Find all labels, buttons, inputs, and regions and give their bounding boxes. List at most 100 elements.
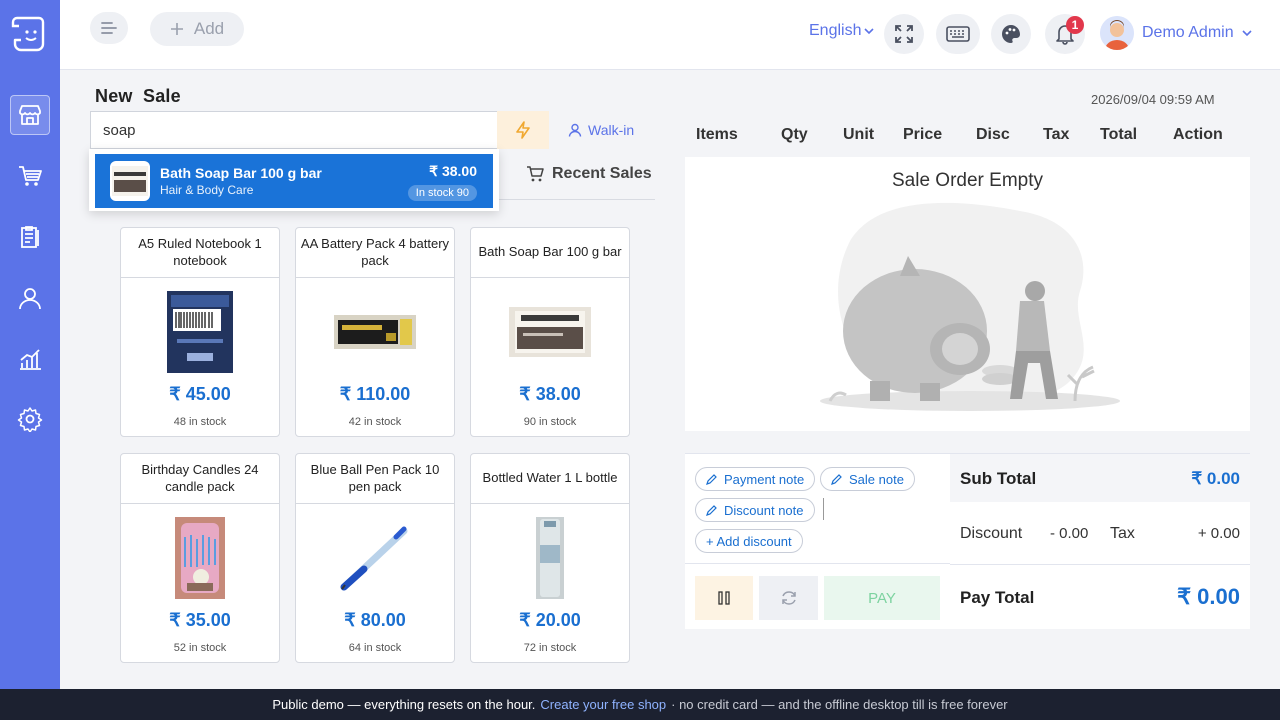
product-name: Bottled Water 1 L bottle [471, 454, 629, 504]
sidebar-item-settings[interactable] [10, 399, 50, 439]
product-price: ₹ 110.00 [339, 384, 411, 404]
product-card[interactable]: Bath Soap Bar 100 g bar ₹ 38.00 90 in st… [470, 227, 630, 437]
notification-badge: 1 [1066, 16, 1084, 34]
notifications-button[interactable]: 1 [1045, 14, 1085, 54]
column-header-tax: Tax [1043, 126, 1070, 143]
user-icon [19, 288, 41, 310]
product-card[interactable]: AA Battery Pack 4 battery pack ₹ 110.00 … [295, 227, 455, 437]
product-image [471, 504, 629, 612]
palette-icon [1002, 25, 1020, 43]
tax-label: Tax [1110, 525, 1135, 542]
cart-icon [19, 166, 42, 186]
pencil-icon [831, 474, 842, 485]
fullscreen-button[interactable] [884, 14, 924, 54]
clipboard-icon [21, 226, 39, 248]
create-shop-link[interactable]: Create your free shop [540, 697, 666, 712]
user-menu[interactable]: Demo Admin [1100, 16, 1252, 50]
sidebar-item-reports[interactable] [10, 339, 50, 379]
search-result-name: Bath Soap Bar 100 g bar [160, 165, 322, 181]
pencil-icon [706, 505, 717, 516]
bolt-icon [516, 121, 530, 139]
pay-total-label: Pay Total [960, 588, 1035, 607]
column-header-unit: Unit [843, 126, 875, 143]
payment-note-button[interactable]: Payment note [695, 467, 816, 491]
product-image [296, 278, 454, 386]
cart-icon [527, 166, 544, 182]
menu-toggle-button[interactable] [90, 12, 128, 44]
product-stock: 52 in stock [173, 642, 227, 654]
search-result-item[interactable]: Bath Soap Bar 100 g bar Hair & Body Care… [95, 154, 493, 208]
quick-scan-button[interactable] [497, 111, 549, 149]
product-image [121, 278, 279, 386]
sidebar [0, 0, 60, 689]
tab-recent-sales-label: Recent Sales [552, 165, 652, 182]
column-header-disc: Disc [976, 126, 1010, 143]
search-results-dropdown: Bath Soap Bar 100 g bar Hair & Body Care… [89, 149, 499, 211]
discount-value: - 0.00 [1050, 525, 1089, 542]
sidebar-item-pos[interactable] [10, 95, 50, 135]
chevron-down-icon [864, 28, 875, 35]
product-name: AA Battery Pack 4 battery pack [296, 228, 454, 278]
plus-icon [170, 23, 183, 35]
app-logo-icon[interactable] [11, 12, 49, 52]
product-price: ₹ 45.00 [169, 384, 231, 404]
column-header-action: Action [1173, 126, 1223, 143]
product-card[interactable]: Birthday Candles 24 candle pack ₹ 35.00 … [120, 453, 280, 663]
customer-selector[interactable]: Walk-in [568, 122, 634, 138]
product-price: ₹ 35.00 [169, 610, 231, 630]
product-stock: 90 in stock [523, 416, 577, 428]
product-card[interactable]: Bottled Water 1 L bottle ₹ 20.00 72 in s… [470, 453, 630, 663]
keyboard-shortcuts-button[interactable] [936, 14, 980, 54]
sub-total-row: Sub Total ₹ 0.00 [950, 454, 1250, 502]
hold-sale-button[interactable] [695, 576, 753, 620]
payment-note-label: Payment note [724, 471, 805, 487]
column-header-qty: Qty [781, 126, 808, 143]
language-label: English [809, 22, 862, 39]
totals-divider [950, 564, 1250, 565]
product-name: A5 Ruled Notebook 1 notebook [121, 228, 279, 278]
sale-note-label: Sale note [849, 471, 904, 487]
keyboard-icon [946, 26, 970, 42]
pencil-icon [706, 474, 717, 485]
sidebar-item-purchases[interactable] [10, 156, 50, 196]
pay-button[interactable]: PAY [824, 576, 940, 620]
product-card[interactable]: A5 Ruled Notebook 1 notebook ₹ 45.00 48 … [120, 227, 280, 437]
top-header: Add English 1 Demo Admin [60, 0, 1280, 70]
add-button[interactable]: Add [150, 12, 244, 46]
sale-note-button[interactable]: Sale note [820, 467, 915, 491]
product-stock: 48 in stock [173, 416, 227, 428]
product-search-input[interactable] [90, 111, 498, 149]
customer-label: Walk-in [588, 122, 635, 138]
product-price: ₹ 20.00 [519, 610, 581, 630]
product-name: Blue Ball Pen Pack 10 pen pack [296, 454, 454, 504]
sidebar-item-customers[interactable] [10, 278, 50, 318]
product-card[interactable]: Blue Ball Pen Pack 10 pen pack ₹ 80.00 6… [295, 453, 455, 663]
store-icon [19, 105, 41, 125]
order-empty-state: Sale Order Empty [685, 157, 1250, 431]
banner-subtext: · no credit card — and the offline deskt… [671, 697, 1008, 712]
sidebar-item-inventory[interactable] [10, 217, 50, 257]
product-image [471, 278, 629, 386]
add-discount-label: + Add discount [706, 533, 792, 549]
avatar [1100, 16, 1134, 50]
discount-note-button[interactable]: Discount note [695, 498, 815, 522]
product-image [121, 504, 279, 612]
search-result-thumbnail [110, 161, 150, 201]
reset-sale-button[interactable] [759, 576, 818, 620]
sub-total-value: ₹ 0.00 [1191, 469, 1240, 488]
discount-note-label: Discount note [724, 502, 804, 518]
tab-recent-sales[interactable]: Recent Sales [526, 165, 652, 183]
language-selector[interactable]: English [809, 22, 875, 40]
banner-text: Public demo — everything resets on the h… [272, 697, 536, 712]
product-stock: 72 in stock [523, 642, 577, 654]
product-price: ₹ 80.00 [344, 610, 406, 630]
totals-panel: Sub Total ₹ 0.00 Discount - 0.00 Tax + 0… [950, 453, 1250, 629]
product-price: ₹ 38.00 [519, 384, 581, 404]
product-stock: 42 in stock [348, 416, 402, 428]
pause-icon [718, 591, 730, 605]
discount-label: Discount [960, 525, 1023, 542]
actions-panel: PAY [685, 563, 950, 629]
empty-order-illustration [820, 202, 1120, 411]
add-discount-button[interactable]: + Add discount [695, 529, 803, 553]
theme-button[interactable] [991, 14, 1031, 54]
